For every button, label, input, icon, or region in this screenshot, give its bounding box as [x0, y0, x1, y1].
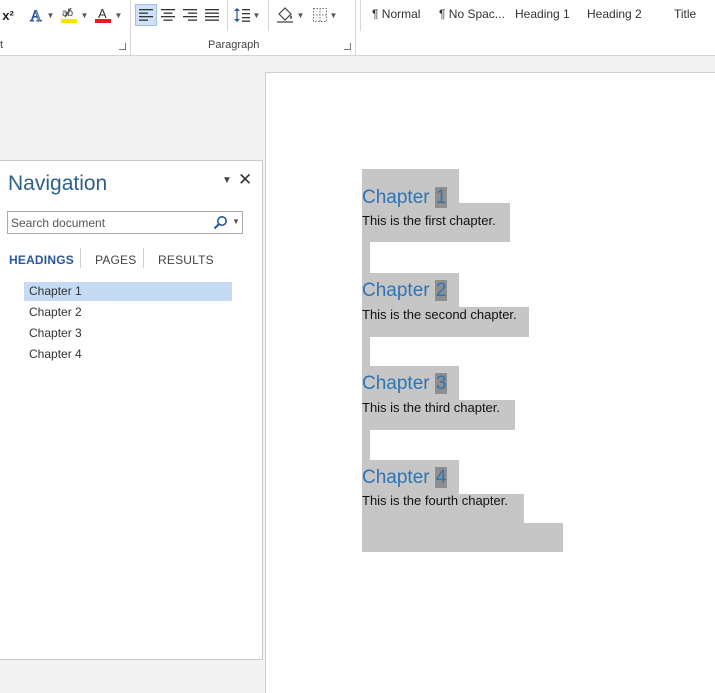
chevron-down-icon: ▼	[329, 10, 338, 20]
chevron-down-icon: ▼	[252, 10, 261, 20]
document-page[interactable]: Chapter 1 This is the first chapter. Cha…	[265, 72, 715, 693]
chevron-down-icon: ▼	[80, 10, 89, 20]
paragraph-dialog-launcher[interactable]	[344, 43, 351, 50]
heading-item[interactable]: Chapter 2	[24, 303, 232, 322]
style-normal[interactable]: ¶ Normal	[372, 7, 420, 21]
font-color-button[interactable]: A ▼	[92, 4, 124, 26]
chapter-body[interactable]: This is the second chapter.	[362, 307, 517, 322]
tab-headings[interactable]: HEADINGS	[9, 253, 74, 267]
navigation-pane: Navigation ▼ ✕ ▼ HEADINGS PAGES RESULTS …	[0, 160, 263, 660]
align-right-button[interactable]	[180, 4, 200, 26]
chapter-body[interactable]: This is the fourth chapter.	[362, 493, 508, 508]
ribbon: x² A ▼ ab ▼ A ▼ t	[0, 0, 715, 56]
text-effects-button[interactable]: A ▼	[26, 4, 56, 26]
tab-pages[interactable]: PAGES	[95, 253, 136, 267]
tab-divider	[80, 248, 81, 268]
search-icon[interactable]	[213, 215, 228, 230]
chapter-heading-number: 2	[434, 280, 448, 301]
heading-item[interactable]: Chapter 3	[24, 324, 232, 343]
style-title[interactable]: Title	[674, 7, 696, 21]
style-heading-2[interactable]: Heading 2	[587, 7, 642, 21]
align-center-icon	[161, 9, 175, 21]
svg-text:A: A	[98, 6, 107, 21]
chapter-heading-word: Chapter	[362, 467, 430, 488]
group-divider	[227, 0, 228, 31]
navigation-title: Navigation	[8, 172, 108, 195]
heading-item[interactable]: Chapter 4	[24, 345, 232, 364]
line-spacing-icon	[233, 8, 250, 22]
svg-text:A: A	[30, 8, 42, 23]
text-effects-icon: A	[29, 8, 42, 24]
superscript-label: x²	[2, 7, 14, 23]
tab-divider	[143, 248, 144, 268]
close-icon[interactable]: ✕	[238, 170, 252, 190]
group-divider	[130, 0, 131, 55]
highlight-color-button[interactable]: ab ▼	[58, 4, 90, 26]
search-box: ▼	[7, 211, 243, 234]
chapter-heading[interactable]: Chapter 2	[362, 280, 448, 302]
borders-button[interactable]: ▼	[310, 4, 340, 26]
chapter-heading[interactable]: Chapter 1	[362, 187, 448, 209]
align-right-icon	[183, 9, 197, 21]
font-group-label: t	[0, 39, 4, 51]
heading-item[interactable]: Chapter 1	[24, 282, 232, 301]
shading-button[interactable]: ▼	[274, 4, 306, 26]
pane-options-chevron-icon[interactable]: ▼	[222, 175, 232, 186]
chevron-down-icon: ▼	[296, 10, 305, 20]
search-input[interactable]	[10, 214, 207, 231]
align-left-button[interactable]	[135, 4, 157, 26]
paint-bucket-icon	[276, 7, 293, 23]
chapter-heading-number: 1	[434, 187, 448, 208]
highlighter-icon: ab	[60, 7, 77, 23]
align-left-icon	[139, 9, 153, 21]
chapter-body[interactable]: This is the third chapter.	[362, 400, 500, 415]
chapter-heading-word: Chapter	[362, 187, 430, 208]
style-no-spacing[interactable]: ¶ No Spac...	[439, 7, 505, 21]
justify-icon	[205, 9, 219, 21]
selection-highlight	[362, 242, 370, 273]
selection-highlight	[362, 523, 563, 552]
font-color-icon: A	[94, 6, 111, 23]
paragraph-group-label: Paragraph	[208, 39, 260, 51]
chapter-heading-number: 4	[434, 467, 448, 488]
chapter-body[interactable]: This is the first chapter.	[362, 213, 496, 228]
chapter-heading-number: 3	[434, 373, 448, 394]
justify-button[interactable]	[202, 4, 222, 26]
style-heading-1[interactable]: Heading 1	[515, 7, 570, 21]
align-center-button[interactable]	[158, 4, 178, 26]
tab-results[interactable]: RESULTS	[158, 253, 214, 267]
chapter-heading[interactable]: Chapter 4	[362, 467, 448, 489]
selection-highlight	[362, 337, 370, 366]
group-divider	[355, 0, 356, 55]
group-divider	[268, 0, 269, 31]
superscript-button[interactable]: x²	[0, 4, 16, 26]
search-options-chevron-icon[interactable]: ▼	[232, 217, 240, 226]
chevron-down-icon: ▼	[114, 10, 123, 20]
selection-highlight	[362, 430, 370, 460]
chapter-heading[interactable]: Chapter 3	[362, 373, 448, 395]
borders-icon	[312, 8, 327, 22]
font-dialog-launcher[interactable]	[119, 43, 126, 50]
chapter-heading-word: Chapter	[362, 280, 430, 301]
chevron-down-icon: ▼	[46, 10, 55, 20]
line-spacing-button[interactable]: ▼	[232, 4, 262, 26]
chapter-heading-word: Chapter	[362, 373, 430, 394]
